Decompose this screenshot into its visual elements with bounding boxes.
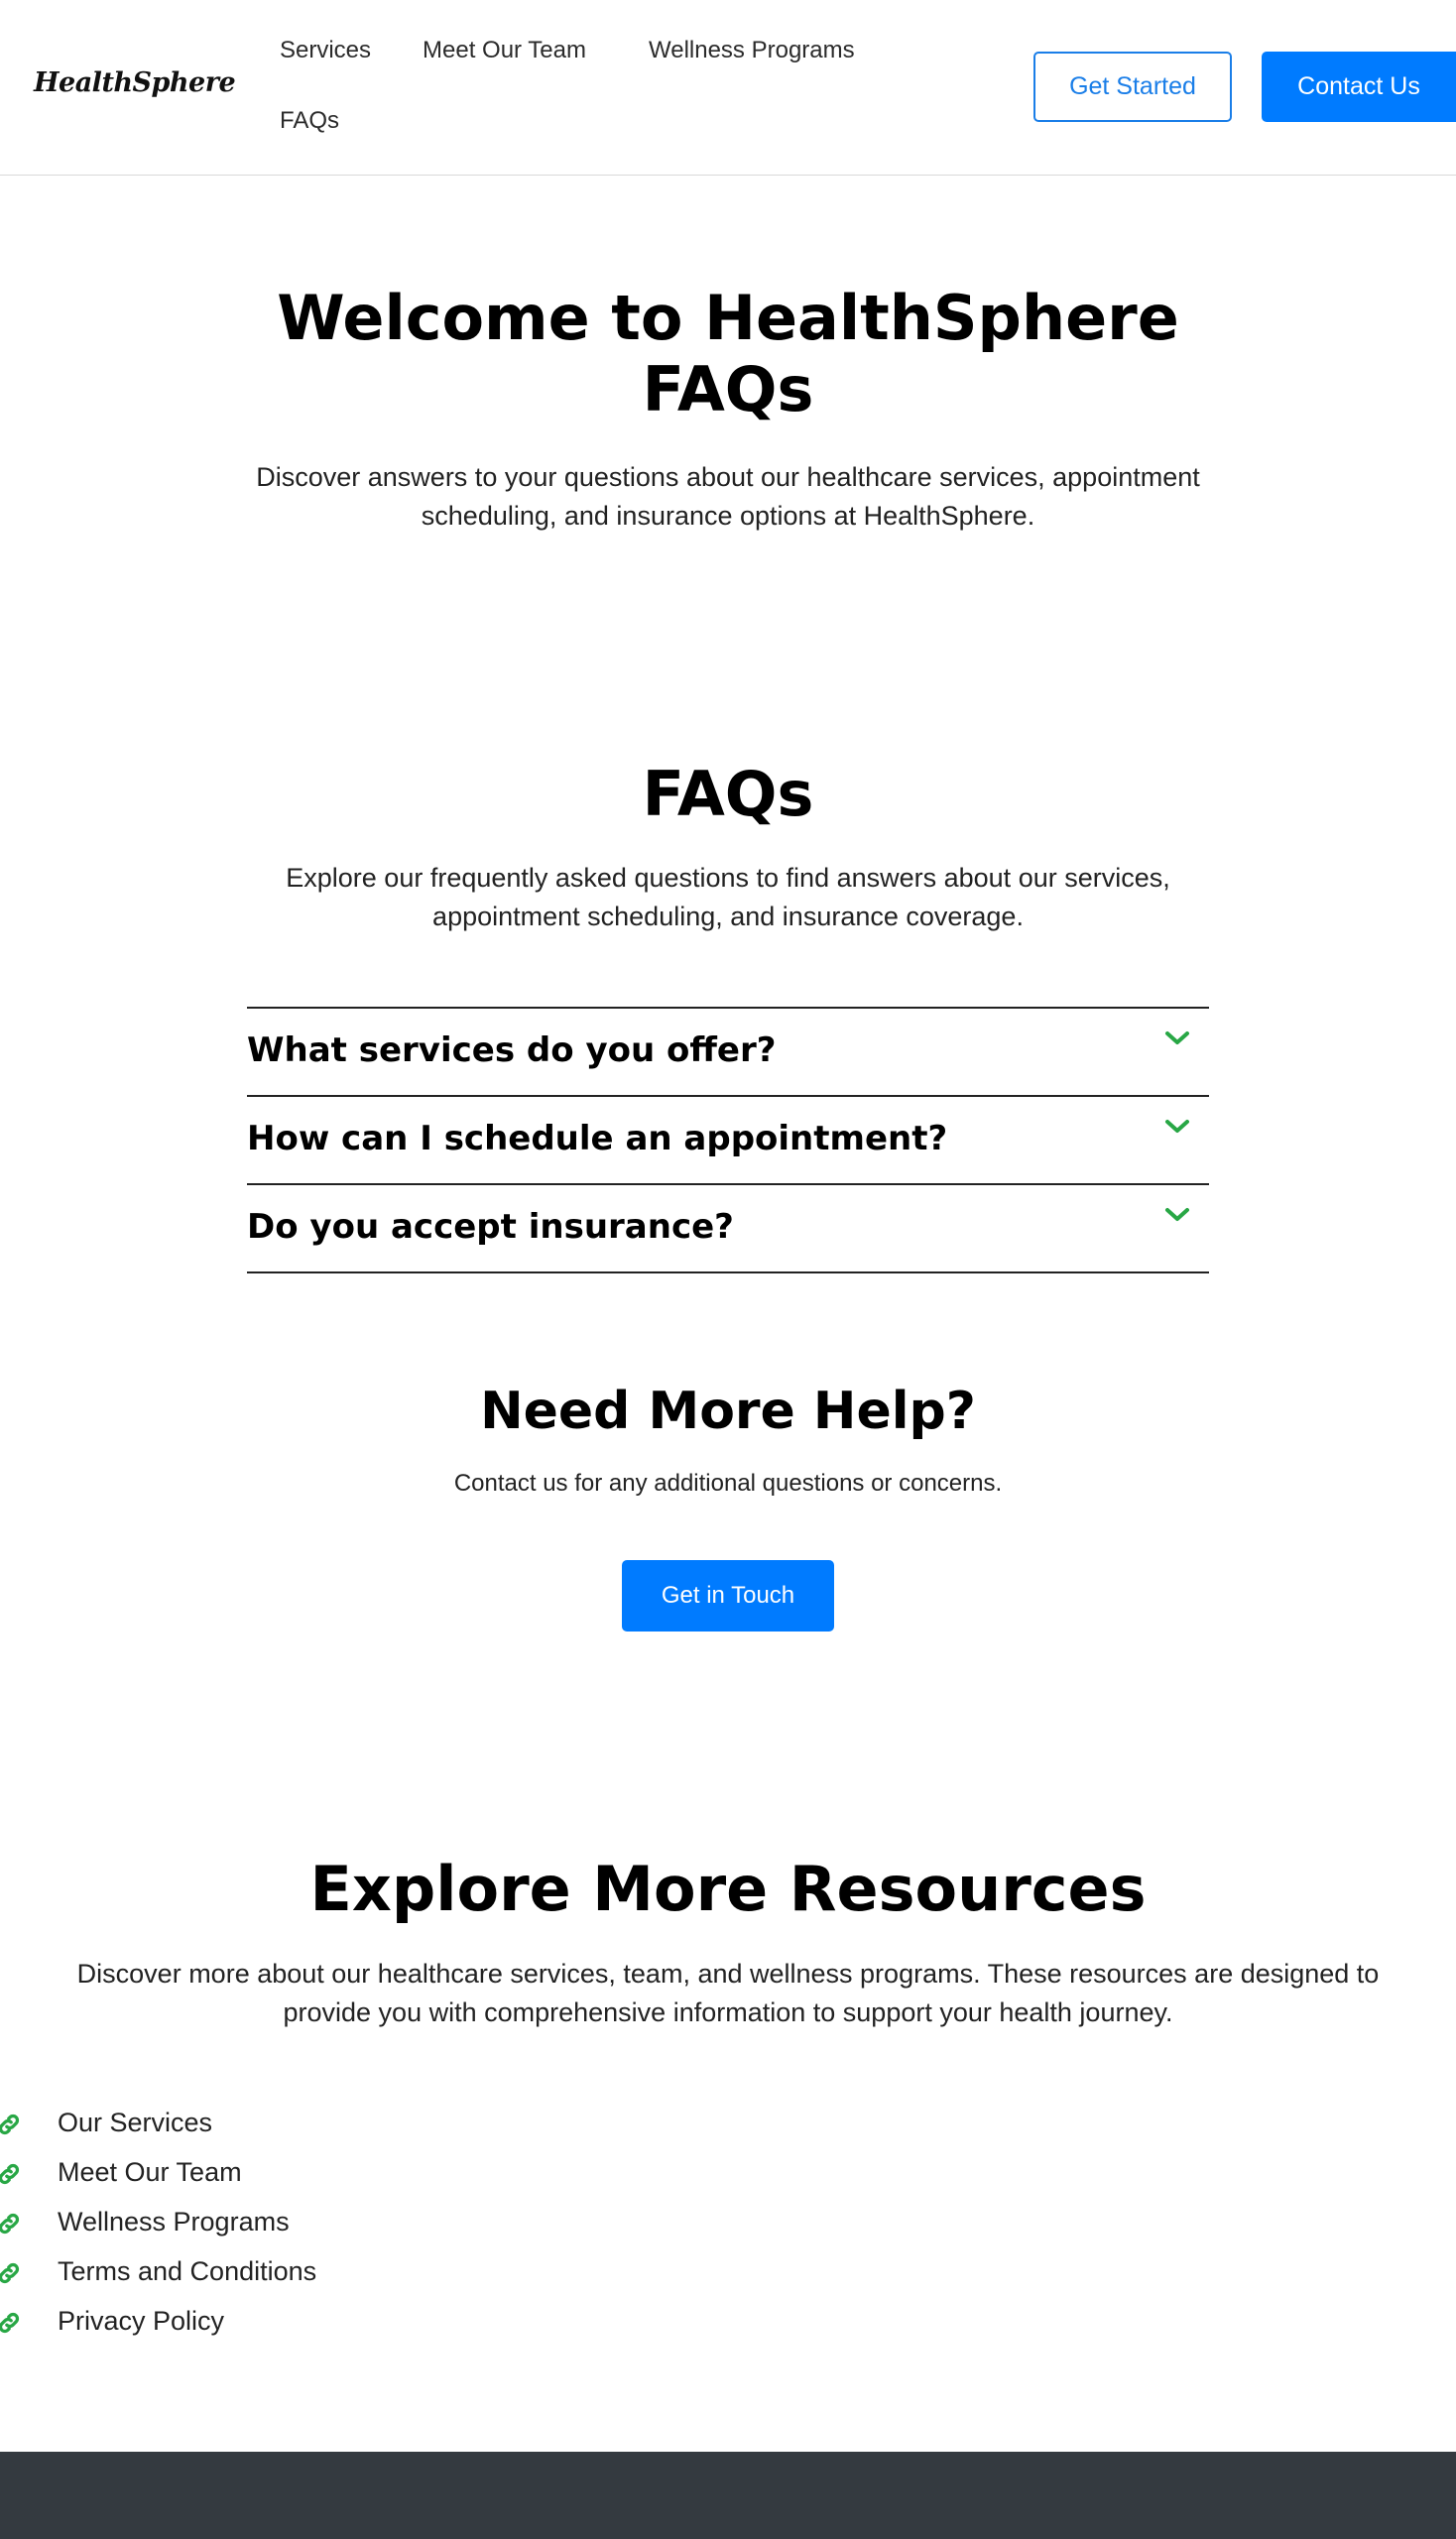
resource-link-label: Privacy Policy <box>58 2306 225 2336</box>
nav-link-services[interactable]: Services <box>280 37 371 64</box>
link-icon <box>0 2163 20 2185</box>
resource-link-label: Wellness Programs <box>58 2207 290 2237</box>
hero-title: Welcome to HealthSphere FAQs <box>277 282 1179 425</box>
faq-item-appointment[interactable]: How can I schedule an appointment? <box>247 1097 1209 1185</box>
faq-question: Do you accept insurance? <box>247 1207 734 1247</box>
faq-question: How can I schedule an appointment? <box>247 1119 948 1158</box>
resource-link-terms[interactable]: Terms and Conditions <box>0 2248 595 2298</box>
resource-link-label: Terms and Conditions <box>58 2256 317 2286</box>
nav-link-faqs[interactable]: FAQs <box>280 107 339 135</box>
link-icon <box>0 2262 20 2284</box>
faq-question: What services do you offer? <box>247 1030 777 1070</box>
faq-item-services[interactable]: What services do you offer? <box>247 1009 1209 1097</box>
resource-link-label: Our Services <box>58 2108 213 2137</box>
get-started-button[interactable]: Get Started <box>1033 52 1232 122</box>
get-in-touch-button[interactable]: Get in Touch <box>622 1560 834 1632</box>
faq-subtitle: Explore our frequently asked questions t… <box>286 863 1170 931</box>
nav-link-wellness-programs[interactable]: Wellness Programs <box>649 37 855 64</box>
chevron-down-icon[interactable] <box>1163 1205 1191 1225</box>
link-icon <box>0 2114 20 2135</box>
resource-link-privacy-policy[interactable]: Privacy Policy <box>0 2298 595 2348</box>
page: HealthSphere Services Meet Our Team Well… <box>0 0 1456 2539</box>
help-subtitle: Contact us for any additional questions … <box>453 1470 1003 1497</box>
resource-link-meet-our-team[interactable]: Meet Our Team <box>0 2149 595 2199</box>
link-icon <box>0 2312 20 2334</box>
resources-title: Explore More Resources <box>309 1853 1147 1925</box>
resources-list: Our Services Meet Our Team Wellness Prog… <box>0 2100 595 2348</box>
faq-title: FAQs <box>642 758 814 830</box>
nav-link-meet-our-team[interactable]: Meet Our Team <box>423 37 586 64</box>
link-icon <box>0 2213 20 2235</box>
faq-accordion: What services do you offer? How can I sc… <box>247 1007 1209 1273</box>
site-footer <box>0 2452 1456 2539</box>
site-header: HealthSphere Services Meet Our Team Well… <box>0 0 1456 176</box>
resource-link-label: Meet Our Team <box>58 2157 242 2187</box>
contact-us-button[interactable]: Contact Us <box>1262 52 1456 122</box>
help-title: Need More Help? <box>480 1382 976 1441</box>
resource-link-our-services[interactable]: Our Services <box>0 2100 595 2149</box>
resources-subtitle: Discover more about our healthcare servi… <box>76 1959 1380 2027</box>
chevron-down-icon[interactable] <box>1163 1028 1191 1048</box>
site-logo[interactable]: HealthSphere <box>34 67 236 98</box>
resource-link-wellness-programs[interactable]: Wellness Programs <box>0 2199 595 2248</box>
chevron-down-icon[interactable] <box>1163 1117 1191 1137</box>
hero-subtitle: Discover answers to your questions about… <box>256 462 1200 531</box>
faq-item-insurance[interactable]: Do you accept insurance? <box>247 1185 1209 1273</box>
